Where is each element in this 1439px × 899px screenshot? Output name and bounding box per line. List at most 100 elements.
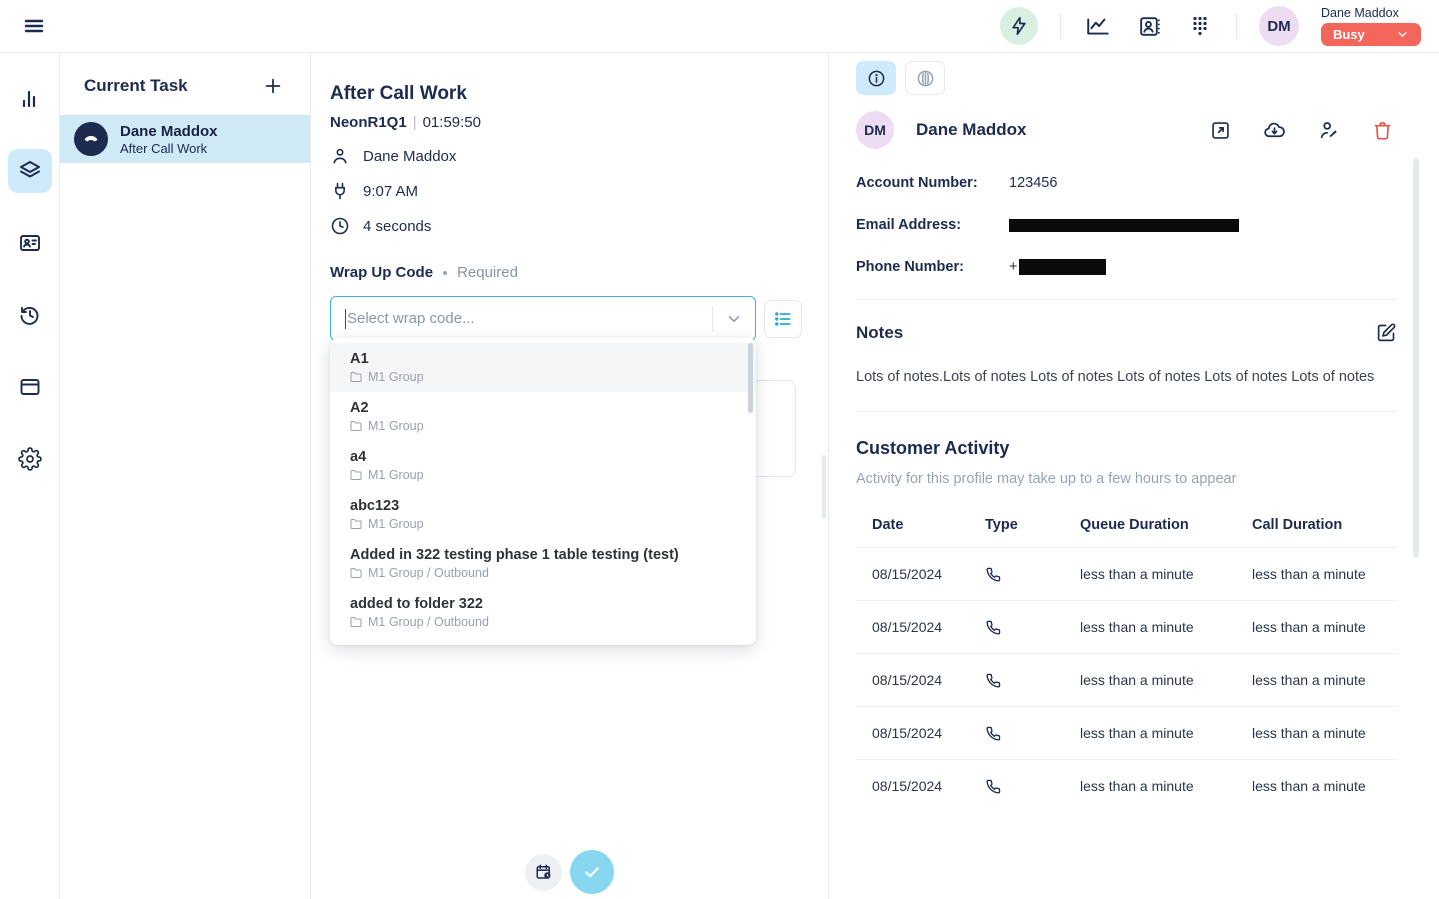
connection-time-row: 9:07 AM [330, 181, 828, 201]
dropdown-scrollbar-thumb[interactable] [748, 343, 753, 413]
activity-table-row[interactable]: 08/15/2024 less than a minute less than … [856, 759, 1397, 812]
account-number-value: 123456 [1009, 175, 1057, 191]
topbar-divider [1060, 13, 1061, 39]
split-circle-icon [916, 69, 935, 88]
column-header-queue-duration: Queue Duration [1080, 517, 1252, 533]
menu-toggle-button[interactable] [16, 8, 52, 44]
activity-table-row[interactable]: 08/15/2024 less than a minute less than … [856, 547, 1397, 600]
wrap-code-option-label: a4 [350, 449, 742, 465]
task-list-item[interactable]: Dane Maddox After Call Work [60, 115, 310, 163]
nav-item-tasks[interactable] [8, 149, 52, 193]
contact-name: Dane Maddox [363, 148, 456, 165]
clock-icon [330, 216, 350, 236]
quick-connect-button[interactable] [1000, 7, 1038, 45]
customer-activity-title: Customer Activity [856, 438, 1397, 459]
activity-date: 08/15/2024 [872, 566, 985, 582]
call-type-icon [985, 672, 1080, 689]
activity-date: 08/15/2024 [872, 725, 985, 741]
email-row: Email Address: [856, 217, 1397, 233]
folder-icon [350, 518, 362, 530]
open-profile-button[interactable] [1210, 120, 1231, 141]
wrap-code-option[interactable]: added to folder 322 M1 Group / Outbound [330, 588, 756, 637]
wrap-code-option-label: Added in 322 testing phase 1 table testi… [350, 547, 742, 563]
wrap-code-option-group: M1 Group [368, 517, 424, 531]
wrap-code-option[interactable]: Added in 322 testing phase 1 table testi… [330, 539, 756, 588]
current-task-title: Current Task [84, 76, 188, 96]
wrap-code-option[interactable]: a4 M1 Group [330, 441, 756, 490]
schedule-callback-button[interactable] [525, 854, 562, 891]
top-bar: DM Dane Maddox Busy [0, 0, 1439, 53]
task-detail-panel: After Call Work NeonR1Q1|01:59:50 Dane M… [311, 53, 829, 899]
delete-contact-button[interactable] [1372, 120, 1393, 141]
download-profile-button[interactable] [1263, 119, 1286, 142]
nav-item-stats[interactable] [8, 77, 52, 121]
activity-queue-duration: less than a minute [1080, 566, 1252, 582]
wrap-code-option-label: added to folder 322 [350, 596, 742, 612]
activity-table-row[interactable]: 08/15/2024 less than a minute less than … [856, 706, 1397, 759]
wrap-code-option-group: M1 Group / Outbound [368, 566, 489, 580]
tab-split-view[interactable] [905, 61, 945, 95]
edit-contact-button[interactable] [1318, 119, 1340, 141]
call-type-icon [985, 619, 1080, 636]
activity-call-duration: less than a minute [1252, 778, 1397, 794]
contacts-button[interactable] [1135, 12, 1164, 41]
nav-item-browser[interactable] [8, 365, 52, 409]
wrap-code-option-label: A1 [350, 351, 742, 367]
profile-header: DM Dane Maddox [856, 111, 1397, 149]
folder-icon [350, 371, 362, 383]
tab-profile-info[interactable] [856, 61, 896, 95]
activity-table-row[interactable]: 08/15/2024 less than a minute less than … [856, 653, 1397, 706]
dialpad-button[interactable] [1186, 12, 1214, 40]
wrap-code-dropdown: A1 M1 Group A2 [330, 338, 756, 645]
history-icon [18, 303, 42, 327]
column-header-call-duration: Call Duration [1252, 517, 1397, 533]
account-number-row: Account Number: 123456 [856, 175, 1397, 191]
nav-item-contacts[interactable] [8, 221, 52, 265]
pipe-separator: | [413, 114, 417, 131]
activity-queue-duration: less than a minute [1080, 778, 1252, 794]
profile-panel-scrollbar-thumb[interactable] [1413, 158, 1419, 558]
edit-pencil-icon [1376, 322, 1397, 343]
activity-table-header: Date Type Queue Duration Call Duration [856, 507, 1397, 547]
wrap-code-option-label: A2 [350, 400, 742, 416]
call-type-icon [985, 725, 1080, 742]
queue-name: NeonR1Q1 [330, 114, 407, 131]
wrap-code-option[interactable]: abc123 M1 Group [330, 490, 756, 539]
customer-activity-subtitle: Activity for this profile may take up to… [856, 471, 1397, 487]
user-avatar[interactable]: DM [1259, 6, 1299, 46]
wrap-code-option-group: M1 Group [368, 419, 424, 433]
call-type-icon [985, 566, 1080, 583]
complete-task-button[interactable] [570, 850, 614, 894]
external-link-icon [1210, 120, 1231, 141]
reporting-button[interactable] [1083, 11, 1113, 41]
chevron-down-icon[interactable] [713, 310, 755, 328]
redacted-email-value [1009, 219, 1239, 232]
activity-queue-duration: less than a minute [1080, 725, 1252, 741]
wrap-code-option[interactable]: A2 M1 Group [330, 392, 756, 441]
add-task-button[interactable] [260, 73, 286, 99]
window-icon [18, 375, 42, 399]
edit-notes-button[interactable] [1376, 322, 1397, 343]
wrap-code-select[interactable]: Select wrap code... [330, 296, 756, 341]
notes-text: Lots of notes.Lots of notes Lots of note… [856, 367, 1397, 387]
nav-item-history[interactable] [8, 293, 52, 337]
chevron-down-icon [1396, 28, 1409, 41]
folder-icon [350, 469, 362, 481]
nav-item-settings[interactable] [8, 437, 52, 481]
wrap-code-option[interactable]: A1 M1 Group [330, 343, 756, 392]
main-panel-scrollbar-thumb[interactable] [822, 455, 826, 519]
required-label: Required [457, 264, 518, 281]
user-name-label: Dane Maddox [1321, 6, 1421, 20]
browse-wrap-codes-button[interactable] [764, 300, 802, 338]
activity-table-row[interactable]: 08/15/2024 less than a minute less than … [856, 600, 1397, 653]
section-divider [856, 411, 1397, 412]
bar-chart-icon [18, 87, 42, 111]
check-icon [582, 862, 602, 882]
wrap-code-option-label: abc123 [350, 498, 742, 514]
redacted-phone-value [1019, 259, 1106, 275]
wrap-code-option-group: M1 Group [368, 468, 424, 482]
call-type-icon [985, 778, 1080, 795]
person-edit-icon [1318, 119, 1340, 141]
person-icon [330, 146, 350, 166]
status-dropdown[interactable]: Busy [1321, 23, 1421, 46]
